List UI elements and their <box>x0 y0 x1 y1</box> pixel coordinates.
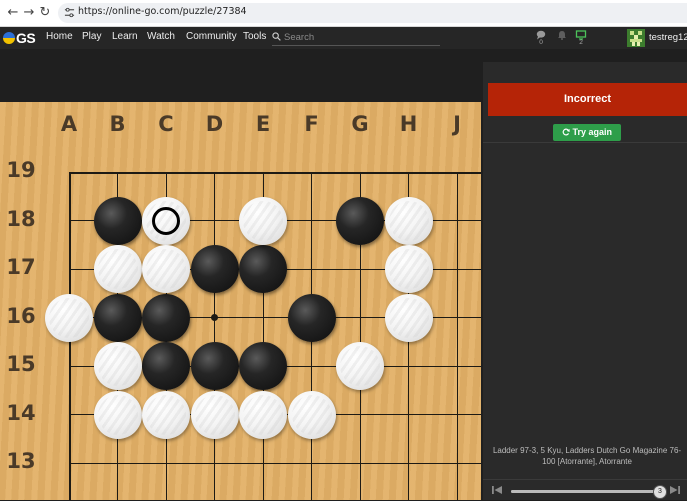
white-stone-a16 <box>45 293 93 342</box>
nav-community[interactable]: Community <box>186 31 237 42</box>
col-label-j: J <box>453 112 461 136</box>
chat-count: 0 <box>539 39 543 46</box>
search-box[interactable] <box>272 30 440 46</box>
black-stone-f16 <box>287 293 336 342</box>
nav-home[interactable]: Home <box>46 31 73 42</box>
move-slider-thumb[interactable]: 3 <box>653 485 667 499</box>
nav-play[interactable]: Play <box>82 31 101 42</box>
white-stone-b17 <box>93 245 142 293</box>
nav-learn[interactable]: Learn <box>112 31 138 42</box>
try-again-label: Try again <box>572 127 613 137</box>
site-info-icon[interactable] <box>64 7 75 18</box>
black-stone-b16 <box>93 293 142 342</box>
nav-watch[interactable]: Watch <box>147 31 175 42</box>
go-board[interactable]: A B C D E F G H J 19 18 17 16 15 14 13 <box>0 102 481 500</box>
black-stone-b18 <box>93 196 142 245</box>
grid-horizontal-line <box>69 462 481 464</box>
white-stone-h18 <box>384 196 433 245</box>
col-label-d: D <box>205 112 224 136</box>
white-stone-b14 <box>93 390 142 439</box>
black-stone-d17 <box>190 245 239 293</box>
puzzle-info: Ladder 97-3, 5 Kyu, Ladders Dutch Go Mag… <box>492 446 682 466</box>
row-label-13: 13 <box>6 449 36 473</box>
incorrect-banner: Incorrect <box>488 83 687 116</box>
white-stone-f14 <box>287 390 336 439</box>
white-stone-c18 <box>142 196 190 245</box>
row-label-19: 19 <box>6 158 36 182</box>
row-label-18: 18 <box>6 206 36 231</box>
site-navbar: GS Home Play Learn Watch Community Tools… <box>0 27 687 49</box>
url-text[interactable]: https://online-go.com/puzzle/27384 <box>78 6 247 17</box>
black-stone-c15 <box>142 342 190 390</box>
search-input[interactable] <box>284 30 434 44</box>
puzzle-panel: Incorrect Try again Ladder 97-3, 5 Kyu, … <box>483 62 687 500</box>
logo-text: GS <box>16 30 36 46</box>
browser-toolbar: ← → ↻ https://online-go.com/puzzle/27384 <box>0 0 687 27</box>
white-stone-c14 <box>142 390 190 439</box>
star-point <box>211 314 218 321</box>
games-count: 2 <box>579 39 583 46</box>
col-label-f: F <box>304 112 319 136</box>
address-bar[interactable]: https://online-go.com/puzzle/27384 <box>58 3 687 23</box>
row-label-17: 17 <box>6 255 36 279</box>
last-move-marker <box>152 206 180 235</box>
black-stone-d15 <box>190 342 239 390</box>
username[interactable]: testreg121 <box>649 32 687 43</box>
white-stone-b15 <box>93 342 142 390</box>
reload-icon[interactable]: ↻ <box>36 4 54 22</box>
row-label-15: 15 <box>6 352 36 376</box>
nav-tools[interactable]: Tools <box>243 31 266 42</box>
row-label-16: 16 <box>6 303 36 328</box>
black-stone-e17 <box>239 245 287 293</box>
logo-circle-icon <box>3 32 15 44</box>
refresh-icon <box>562 128 570 136</box>
grid-vertical-line <box>214 172 215 500</box>
col-label-b: B <box>109 112 126 136</box>
black-stone-g18 <box>336 196 384 245</box>
user-avatar[interactable] <box>627 29 645 47</box>
result-section: Incorrect Try again <box>483 62 687 143</box>
grid-horizontal-line <box>69 171 481 174</box>
black-stone-c16 <box>142 293 190 342</box>
white-stone-g15 <box>336 342 384 390</box>
col-label-h: H <box>399 112 418 136</box>
first-move-icon[interactable] <box>491 484 503 496</box>
white-stone-e14 <box>239 390 287 439</box>
col-label-a: A <box>60 112 78 136</box>
last-move-icon[interactable] <box>669 484 681 496</box>
notification-bell-icon[interactable] <box>556 30 568 40</box>
col-label-e: E <box>255 112 271 136</box>
row-label-14: 14 <box>6 400 36 425</box>
white-stone-h17 <box>384 245 433 293</box>
col-label-g: G <box>351 112 369 136</box>
white-stone-d14 <box>190 390 239 439</box>
col-label-c: C <box>158 112 174 136</box>
move-slider[interactable]: 3 <box>511 485 667 499</box>
move-slider-row: 3 <box>483 479 687 501</box>
white-stone-e18 <box>239 196 287 245</box>
move-slider-fill <box>511 490 659 493</box>
white-stone-h16 <box>384 293 433 342</box>
search-icon <box>272 32 281 41</box>
grid-vertical-line <box>456 172 458 500</box>
white-stone-c17 <box>142 245 190 293</box>
try-again-button[interactable]: Try again <box>553 124 621 141</box>
black-stone-e15 <box>239 342 287 390</box>
